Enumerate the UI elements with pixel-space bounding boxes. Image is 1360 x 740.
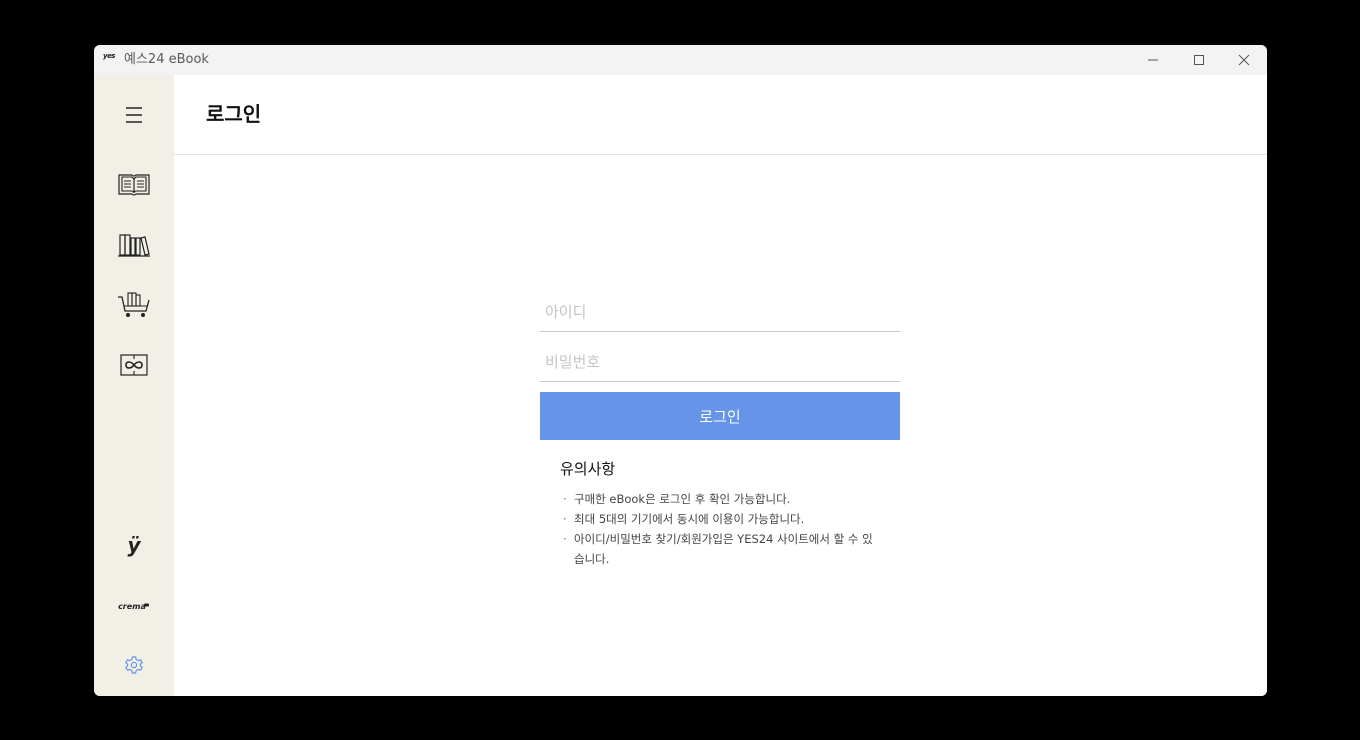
bookshelf-button[interactable] bbox=[114, 229, 154, 261]
notice-item: 구매한 eBook은 로그인 후 확인 가능합니다. bbox=[560, 489, 880, 509]
notice-title: 유의사항 bbox=[560, 460, 616, 478]
unlimited-button[interactable] bbox=[114, 349, 154, 381]
svg-text:ÿ: ÿ bbox=[127, 533, 141, 557]
infinity-book-icon bbox=[120, 354, 148, 376]
cart-button[interactable] bbox=[114, 289, 154, 321]
title-bar[interactable]: yes 예스24 eBook bbox=[94, 45, 1267, 75]
yes24-button[interactable]: ÿ bbox=[114, 529, 154, 561]
open-book-icon bbox=[118, 174, 150, 196]
svg-text:crema: crema bbox=[118, 602, 146, 611]
page-title: 로그인 bbox=[206, 102, 262, 126]
notice-item: 최대 5대의 기기에서 동시에 이용이 가능합니다. bbox=[560, 509, 880, 529]
close-button[interactable] bbox=[1221, 45, 1267, 75]
window-title: 예스24 eBook bbox=[124, 52, 209, 67]
id-input[interactable] bbox=[540, 292, 900, 332]
menu-button[interactable] bbox=[114, 99, 154, 131]
sidebar: ÿ crema bbox=[94, 75, 174, 696]
app-window: yes 예스24 eBook ÿ crema 로그인 아이디 로그인 유의사항 … bbox=[94, 45, 1267, 696]
password-input[interactable] bbox=[540, 342, 900, 382]
minimize-icon bbox=[1148, 59, 1158, 61]
maximize-icon bbox=[1194, 55, 1204, 65]
shopping-cart-icon bbox=[118, 292, 150, 317]
hamburger-menu-icon bbox=[126, 107, 142, 123]
gear-icon bbox=[125, 656, 143, 674]
library-button[interactable] bbox=[114, 169, 154, 201]
yes24-logo-icon: ÿ bbox=[127, 533, 141, 557]
notice-list: 구매한 eBook은 로그인 후 확인 가능합니다. 최대 5대의 기기에서 동… bbox=[560, 489, 880, 569]
minimize-button[interactable] bbox=[1130, 45, 1176, 75]
crema-logo-icon: crema bbox=[118, 602, 149, 611]
maximize-button[interactable] bbox=[1176, 45, 1222, 75]
main-content: 로그인 로그인 유의사항 구매한 eBook은 로그인 후 확인 가능합니다. … bbox=[174, 75, 1267, 696]
page-header: 로그인 bbox=[174, 75, 1267, 155]
login-button[interactable]: 로그인 bbox=[540, 392, 900, 440]
notice-item: 아이디/비밀번호 찾기/회원가입은 YES24 사이트에서 할 수 있습니다. bbox=[560, 529, 880, 569]
crema-button[interactable]: crema bbox=[114, 589, 154, 621]
bookshelf-icon bbox=[118, 234, 150, 257]
close-icon bbox=[1238, 54, 1250, 66]
app-logo: yes bbox=[103, 52, 115, 60]
settings-button[interactable] bbox=[114, 649, 154, 681]
